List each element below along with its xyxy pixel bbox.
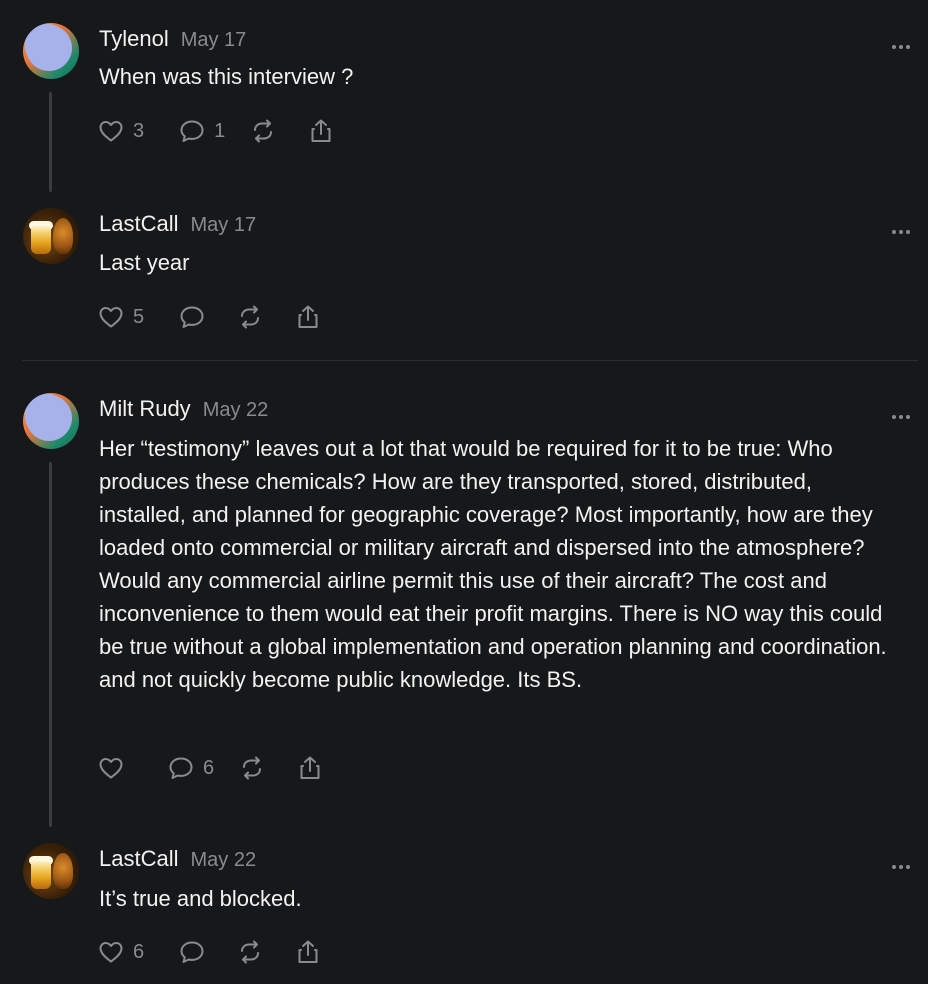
avatar[interactable] bbox=[23, 843, 79, 899]
thread-line bbox=[49, 92, 52, 192]
post-text: When was this interview ? bbox=[99, 64, 354, 89]
share-icon bbox=[298, 305, 318, 328]
like-button[interactable]: 6 bbox=[97, 938, 144, 966]
post-date[interactable]: May 22 bbox=[203, 399, 269, 421]
author-name[interactable]: LastCall bbox=[99, 846, 178, 871]
author-name[interactable]: LastCall bbox=[99, 211, 178, 236]
reply-button[interactable] bbox=[178, 303, 206, 331]
like-count: 6 bbox=[133, 940, 145, 963]
heart-icon bbox=[99, 942, 123, 963]
author-line: LastCall May 17 bbox=[99, 211, 256, 237]
repost-button[interactable] bbox=[238, 754, 266, 782]
repost-button[interactable] bbox=[236, 303, 264, 331]
author-line: Tylenol May 17 bbox=[99, 26, 246, 52]
reply-button[interactable] bbox=[178, 938, 206, 966]
heart-icon bbox=[99, 758, 123, 779]
avatar[interactable] bbox=[23, 23, 79, 79]
share-button[interactable] bbox=[307, 117, 335, 145]
post-text: Her “testimony” leaves out a lot that wo… bbox=[99, 436, 887, 692]
share-icon bbox=[298, 940, 318, 963]
post-text: Last year bbox=[99, 250, 190, 275]
author-name[interactable]: Milt Rudy bbox=[99, 396, 191, 421]
repost-icon bbox=[243, 756, 262, 780]
share-button[interactable] bbox=[294, 303, 322, 331]
share-button[interactable] bbox=[296, 754, 324, 782]
avatar[interactable] bbox=[23, 393, 79, 449]
share-icon bbox=[311, 119, 331, 142]
reply-count: 6 bbox=[203, 756, 215, 779]
like-count: 5 bbox=[133, 305, 145, 328]
repost-button[interactable] bbox=[236, 938, 264, 966]
more-options-icon[interactable] bbox=[892, 221, 914, 234]
like-count: 3 bbox=[133, 119, 145, 142]
more-options-icon[interactable] bbox=[892, 406, 914, 419]
share-button[interactable] bbox=[294, 938, 322, 966]
repost-icon bbox=[241, 940, 260, 964]
share-icon bbox=[300, 756, 320, 779]
reply-count: 1 bbox=[214, 119, 226, 142]
avatar[interactable] bbox=[23, 208, 79, 264]
like-button[interactable] bbox=[97, 754, 125, 782]
comment-icon bbox=[180, 941, 204, 963]
post-text: It’s true and blocked. bbox=[99, 886, 302, 911]
repost-icon bbox=[254, 119, 273, 143]
like-button[interactable]: 5 bbox=[97, 303, 144, 331]
author-line: Milt Rudy May 22 bbox=[99, 396, 268, 422]
post-actions: 6 bbox=[97, 937, 322, 967]
comment-icon bbox=[180, 306, 204, 328]
comment-icon bbox=[169, 757, 193, 779]
thread-line bbox=[49, 462, 52, 827]
post-actions: 6 bbox=[97, 753, 324, 783]
heart-icon bbox=[99, 121, 123, 142]
post-date[interactable]: May 17 bbox=[190, 214, 256, 236]
thread-divider bbox=[22, 360, 918, 361]
repost-button[interactable] bbox=[249, 117, 277, 145]
post-actions: 3 1 bbox=[97, 116, 335, 146]
post-actions: 5 bbox=[97, 302, 322, 332]
like-button[interactable]: 3 bbox=[97, 117, 144, 145]
reply-button[interactable]: 1 bbox=[178, 117, 225, 145]
repost-icon bbox=[241, 305, 260, 329]
more-options-icon[interactable] bbox=[892, 856, 914, 869]
more-options-icon[interactable] bbox=[892, 36, 914, 49]
author-name[interactable]: Tylenol bbox=[99, 26, 169, 51]
post-date[interactable]: May 22 bbox=[190, 849, 256, 871]
post-date[interactable]: May 17 bbox=[181, 29, 247, 51]
reply-button[interactable]: 6 bbox=[167, 754, 214, 782]
heart-icon bbox=[99, 307, 123, 328]
author-line: LastCall May 22 bbox=[99, 846, 256, 872]
comment-icon bbox=[180, 120, 204, 142]
